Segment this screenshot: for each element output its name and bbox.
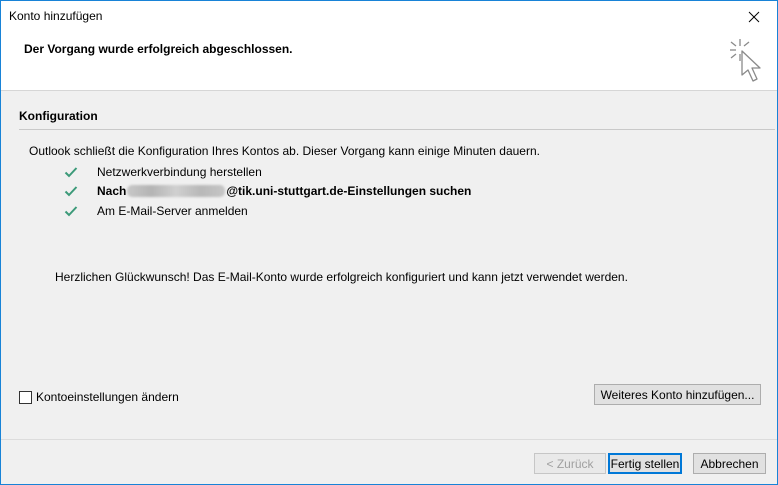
header-title: Der Vorgang wurde erfolgreich abgeschlos… xyxy=(24,42,293,56)
footer-divider xyxy=(1,439,777,440)
window-title: Konto hinzufügen xyxy=(9,9,103,23)
checkmark-icon xyxy=(64,167,78,178)
wizard-header: Der Vorgang wurde erfolgreich abgeschlos… xyxy=(1,32,777,91)
close-icon xyxy=(748,11,760,22)
step-server-login: Am E-Mail-Server anmelden xyxy=(64,203,248,219)
redacted-username xyxy=(127,185,226,197)
step-network: Netzwerkverbindung herstellen xyxy=(64,164,262,180)
close-button[interactable] xyxy=(731,1,777,32)
wizard-cursor-icon xyxy=(730,39,761,82)
change-settings-option[interactable]: Kontoeinstellungen ändern xyxy=(19,390,179,404)
add-another-account-button[interactable]: Weiteres Konto hinzufügen... xyxy=(594,384,761,405)
cancel-button[interactable]: Abbrechen xyxy=(693,453,766,474)
title-bar: Konto hinzufügen xyxy=(1,1,777,32)
checkmark-icon xyxy=(64,186,78,197)
step-label-suffix: @tik.uni-stuttgart.de-Einstellungen such… xyxy=(226,184,472,198)
congrats-message: Herzlichen Glückwunsch! Das E-Mail-Konto… xyxy=(55,270,628,284)
step-label: Netzwerkverbindung herstellen xyxy=(97,165,262,179)
step-label: Am E-Mail-Server anmelden xyxy=(97,204,248,218)
change-settings-label[interactable]: Kontoeinstellungen ändern xyxy=(36,390,179,404)
checkmark-icon xyxy=(64,206,78,217)
back-button[interactable]: < Zurück xyxy=(534,453,606,474)
intro-text: Outlook schließt die Konfiguration Ihres… xyxy=(29,144,540,158)
step-search-settings: Nach @tik.uni-stuttgart.de-Einstellungen … xyxy=(64,183,471,199)
finish-button[interactable]: Fertig stellen xyxy=(608,453,682,474)
step-label-prefix: Nach xyxy=(97,184,127,198)
dialog-window: Konto hinzufügen Der Vorgang wurde erfol… xyxy=(0,0,778,485)
section-title: Konfiguration xyxy=(19,109,98,123)
section-divider xyxy=(19,129,775,130)
checkbox-icon[interactable] xyxy=(19,390,32,404)
step-label: Nach @tik.uni-stuttgart.de-Einstellungen … xyxy=(97,184,471,198)
